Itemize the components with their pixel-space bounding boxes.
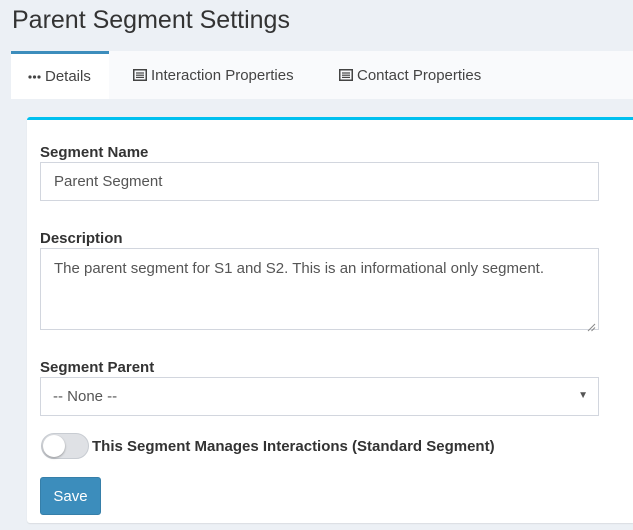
segment-parent-value: -- None --: [53, 388, 118, 405]
tab-details[interactable]: Details: [11, 51, 109, 99]
tab-label: Contact Properties: [357, 66, 482, 84]
segment-name-value: Parent Segment: [54, 173, 163, 190]
tab-contact-properties[interactable]: Contact Properties: [335, 51, 481, 99]
caret-down-icon: ▼: [578, 390, 588, 401]
tab-label: Details: [45, 68, 91, 85]
segment-parent-select[interactable]: -- None -- ▼: [40, 377, 599, 416]
resize-grip-icon[interactable]: [587, 318, 596, 332]
segment-parent-label: Segment Parent: [40, 359, 155, 376]
manages-interactions-toggle[interactable]: [41, 433, 89, 459]
tab-interaction-properties[interactable]: Interaction Properties: [129, 51, 294, 99]
segment-name-input[interactable]: Parent Segment: [40, 162, 599, 201]
tab-bar: Details Interaction Properties Contact P…: [11, 51, 633, 99]
list-icon: [133, 69, 147, 81]
segment-name-label: Segment Name: [40, 144, 149, 161]
save-button[interactable]: Save: [40, 477, 101, 515]
page-title: Parent Segment Settings: [12, 6, 290, 34]
list-icon: [339, 69, 353, 81]
tab-label: Interaction Properties: [151, 66, 294, 84]
details-card: Segment Name Parent Segment Description …: [27, 117, 633, 523]
toggle-knob: [43, 435, 65, 457]
description-textarea[interactable]: The parent segment for S1 and S2. This i…: [40, 248, 599, 332]
description-value: The parent segment for S1 and S2. This i…: [54, 260, 544, 277]
manages-interactions-label: This Segment Manages Interactions (Stand…: [92, 438, 495, 455]
ellipsis-icon: [28, 74, 41, 79]
description-label: Description: [40, 230, 123, 247]
